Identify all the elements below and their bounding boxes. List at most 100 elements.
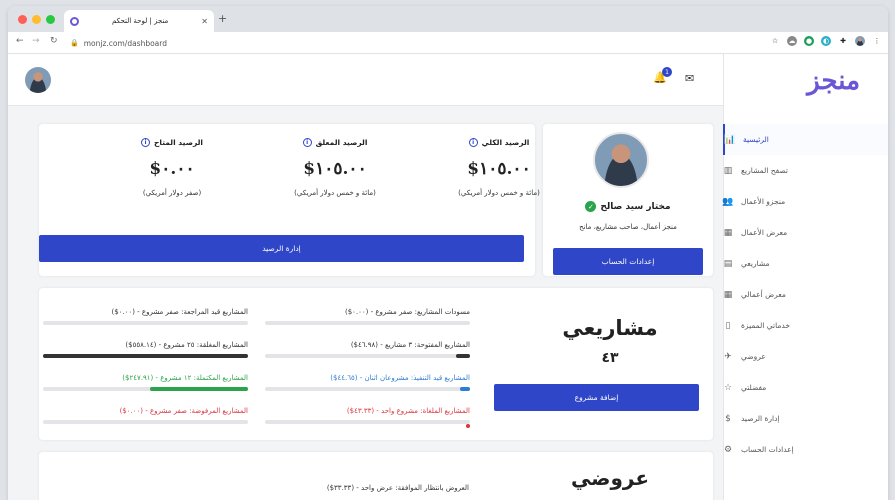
sidebar-item-3[interactable]: ▦ معرض الأعمال — [723, 217, 888, 248]
balance-amount: $١٠٥.٠٠ — [303, 159, 367, 179]
sidebar-item-label: إعدادات الحساب — [741, 445, 794, 454]
offers-title: عروضي — [570, 466, 650, 490]
folder-icon: ▤ — [723, 258, 733, 269]
mail-icon[interactable]: ✉ — [685, 72, 694, 85]
project-stat-fill — [43, 354, 248, 358]
sidebar-item-2[interactable]: 👥 منجزو الأعمال — [722, 186, 888, 217]
sidebar-item-7[interactable]: ✈ عروضي — [723, 341, 888, 372]
info-icon[interactable]: i — [468, 138, 478, 147]
extension-green-icon[interactable]: ● — [804, 36, 814, 46]
extensions-puzzle-icon[interactable]: ✚ — [838, 36, 848, 46]
profile-role: منجز أعمال، صاحب مشاريع، مانح — [579, 223, 677, 231]
address-bar-row: ← → ↻ 🔒 monjz.com/dashboard ☆ ☁ ● ◐ ✚ ⋮ — [8, 32, 888, 54]
user-avatar[interactable] — [25, 67, 51, 93]
sidebar-item-8[interactable]: ☆ مفضلتي — [723, 372, 888, 403]
top-header: ✉ 🔔 1 — [8, 54, 723, 106]
project-stat-text: مسودات المشاريع: صفر مشروع - (٠.٠٠$) — [344, 308, 470, 316]
balance-block: الرصيد الكلي i $١٠٥.٠٠ (مائة و خمس دولار أم… — [419, 138, 579, 197]
account-settings-button[interactable]: إعدادات الحساب — [553, 248, 703, 275]
users-icon: 👥 — [722, 196, 734, 207]
url-text: monjz.com/dashboard — [83, 38, 167, 48]
project-stat-fill — [459, 387, 470, 391]
dashboard-app: ✉ 🔔 1 منجز 📊 الرئيسية ▥ تصفح المشاريع 👥 منجزو… — [8, 54, 888, 500]
project-stat-text: المشاريع قيد التنفيذ: مشروعان اثنان - (٤… — [330, 374, 470, 382]
lock-icon: 🔒 — [70, 39, 79, 47]
new-tab-button[interactable]: + — [218, 12, 227, 25]
tab-close-icon[interactable]: ✕ — [201, 17, 208, 26]
project-stat: المشاريع الملغاة: مشروع واحد - (٤٣.٣٣$) — [265, 407, 470, 428]
logo-text: منجز — [807, 66, 860, 96]
reload-icon[interactable]: ↻ — [50, 36, 58, 46]
sidebar: منجز 📊 الرئيسية ▥ تصفح المشاريع 👥 منجزو الأعم… — [722, 54, 888, 500]
browser-tab[interactable]: منجز | لوحة التحكم ✕ — [64, 10, 214, 32]
sidebar-item-4[interactable]: ▤ مشاريعي — [723, 248, 888, 279]
balance-label: الرصيد الكلي — [481, 138, 530, 147]
browser-tab-bar: منجز | لوحة التحكم ✕ + — [8, 6, 888, 32]
map-icon: ▥ — [723, 165, 733, 176]
sidebar-item-5[interactable]: ▦ معرض أعمالي — [723, 279, 888, 310]
projects-title: مشاريعي — [562, 316, 658, 340]
sidebar-item-0[interactable]: 📊 الرئيسية — [723, 124, 888, 155]
sidebar-item-1[interactable]: ▥ تصفح المشاريع — [723, 155, 888, 186]
favicon-icon — [70, 16, 79, 26]
balance-label-row: الرصيد الكلي i — [419, 138, 579, 147]
sidebar-item-label: عروضي — [741, 352, 766, 361]
profile-photo — [593, 132, 649, 188]
balance-words: (مائة و خمس دولار أمريكي) — [458, 189, 540, 197]
back-icon[interactable]: ← — [16, 36, 24, 46]
project-stat: المشاريع المغلقة: ٢٥ مشروع - (٥٥٨.١٤$) — [43, 341, 248, 358]
project-stat-fill — [466, 424, 470, 428]
balance-card: الرصيد الكلي i $١٠٥.٠٠ (مائة و خمس دولار أم… — [39, 124, 540, 276]
chart-icon: 📊 — [724, 134, 736, 145]
forward-icon[interactable]: → — [32, 36, 40, 46]
project-stat: المشاريع المرفوضة: صفر مشروع - (٠.٠٠$) — [43, 407, 248, 424]
sidebar-item-label: تصفح المشاريع — [741, 166, 788, 175]
maximize-window-button[interactable] — [46, 15, 55, 24]
project-stat-text: المشاريع المغلقة: ٢٥ مشروع - (٥٥٨.١٤$) — [125, 341, 248, 349]
project-stat-bar — [265, 354, 470, 358]
sidebar-item-10[interactable]: ⚙ إعدادات الحساب — [723, 434, 888, 465]
project-stat: المشاريع المكتملة: ١٢ مشروع - (٢٤٧.٩١$) — [43, 374, 248, 391]
balance-label: الرصيد المتاح — [154, 138, 204, 147]
browser-menu-icon[interactable]: ⋮ — [872, 36, 882, 46]
sidebar-item-label: منجزو الأعمال — [741, 197, 786, 206]
sidebar-item-label: إدارة الرصيد — [741, 414, 780, 423]
verified-icon: ✓ — [585, 201, 597, 212]
profile-avatar-icon[interactable] — [855, 36, 865, 46]
project-stat-text: المشاريع المفتوحة: ٣ مشاريع - (٤٦.٩٨$) — [350, 341, 470, 349]
project-stat-text: المشاريع قيد المراجعة: صفر مشروع - (٠.٠٠… — [111, 308, 248, 316]
close-window-button[interactable] — [18, 15, 27, 24]
sidebar-item-label: مشاريعي — [741, 259, 770, 268]
bookmark-star-icon[interactable]: ☆ — [770, 36, 780, 46]
gallery-icon: ▦ — [723, 289, 733, 300]
rocket-icon: ✈ — [724, 351, 732, 362]
info-icon[interactable]: i — [302, 138, 312, 147]
project-stat-text: المشاريع المكتملة: ١٢ مشروع - (٢٤٧.٩١$) — [122, 374, 248, 382]
sidebar-item-label: معرض أعمالي — [741, 290, 786, 299]
balance-amount: $١٠٥.٠٠ — [467, 159, 531, 179]
sidebar-item-label: خدماتي المميزة — [741, 321, 790, 330]
offers-card: عروضي العروض بانتظار الموافقة: عرض واحد … — [39, 452, 713, 500]
project-stat-bar — [43, 387, 248, 391]
project-stat-text: المشاريع المرفوضة: صفر مشروع - (٠.٠٠$) — [119, 407, 248, 415]
project-stat-bar — [265, 420, 470, 428]
balance-words: (مائة و خمس دولار أمريكي) — [294, 189, 376, 197]
bookmark-icon: ▯ — [725, 320, 731, 331]
gear-icon: ⚙ — [723, 444, 733, 455]
tab-title: منجز | لوحة التحكم — [111, 17, 169, 25]
project-stat: مسودات المشاريع: صفر مشروع - (٠.٠٠$) — [265, 308, 470, 325]
extensions: ☆ ☁ ● ◐ ✚ ⋮ — [770, 36, 882, 46]
sidebar-item-9[interactable]: $ إدارة الرصيد — [723, 403, 888, 434]
extension-teal-icon[interactable]: ◐ — [821, 36, 831, 46]
balance-words: (صفر دولار أمريكي) — [142, 189, 202, 197]
info-icon[interactable]: i — [141, 138, 150, 147]
manage-balance-button[interactable]: إدارة الرصيد — [39, 235, 524, 262]
project-stat-fill — [149, 387, 248, 391]
project-stat: المشاريع قيد المراجعة: صفر مشروع - (٠.٠٠… — [43, 308, 248, 325]
add-project-button[interactable]: إضافة مشروع — [494, 384, 699, 411]
url-field[interactable]: 🔒 monjz.com/dashboard — [70, 35, 750, 51]
minimize-window-button[interactable] — [32, 15, 41, 24]
sidebar-item-6[interactable]: ▯ خدماتي المميزة — [723, 310, 888, 341]
monjz-logo[interactable]: منجز — [807, 66, 860, 96]
extension-cloud-icon[interactable]: ☁ — [787, 36, 797, 46]
